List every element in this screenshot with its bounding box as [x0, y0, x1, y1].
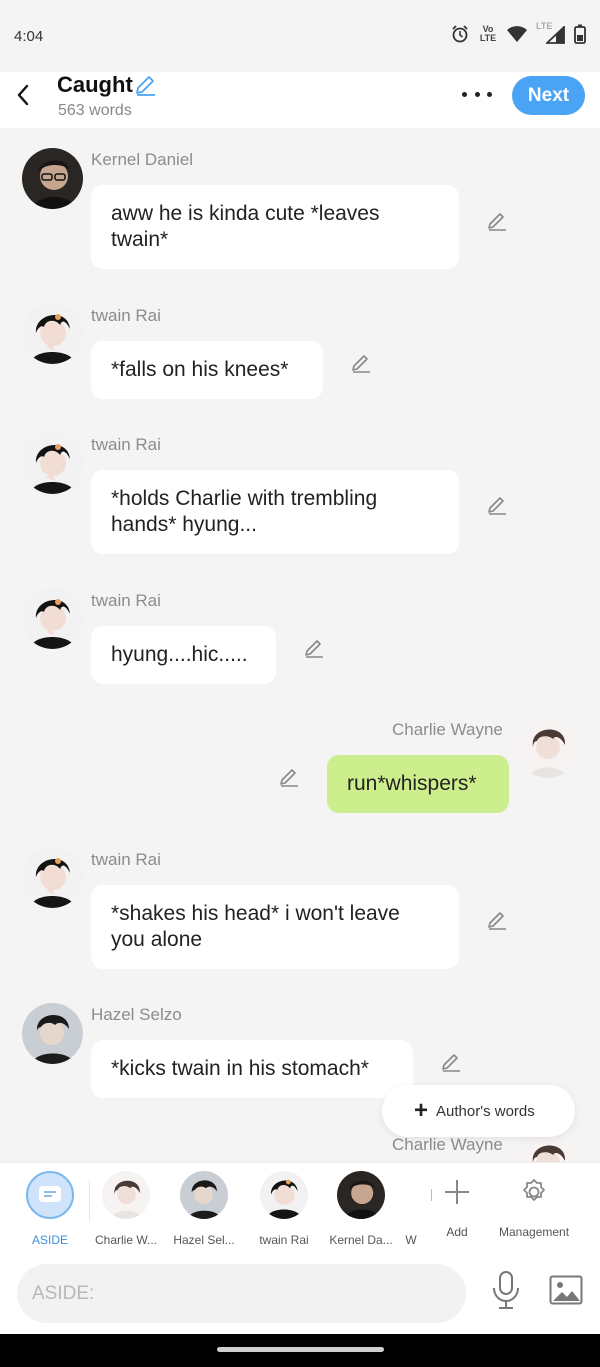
- word-count: 563 words: [58, 102, 132, 119]
- more-options-button[interactable]: [456, 82, 498, 106]
- microphone-button[interactable]: [491, 1270, 521, 1315]
- message-bubble[interactable]: *shakes his head* i won't leave you alon…: [91, 885, 459, 969]
- add-character-button[interactable]: Add: [442, 1177, 472, 1239]
- aside-icon: [26, 1171, 74, 1219]
- character-bar: ASIDE Charlie W... Hazel Sel... twain Ra…: [0, 1162, 600, 1254]
- status-bar: 4:04 Vo LTE LTE: [0, 0, 600, 72]
- dot: [474, 91, 480, 97]
- chevron-left-icon: [17, 84, 29, 106]
- edit-message-icon[interactable]: [303, 637, 325, 659]
- sender-name: Hazel Selzo: [91, 1005, 182, 1024]
- character-hazel-selzo[interactable]: Hazel Sel...: [165, 1171, 243, 1251]
- character-aside[interactable]: ASIDE: [11, 1171, 89, 1251]
- character-charlie-wayne[interactable]: Charlie W...: [87, 1171, 165, 1251]
- image-button[interactable]: [549, 1275, 583, 1310]
- image-icon: [549, 1275, 583, 1305]
- character-avatar: [387, 1171, 435, 1219]
- pencil-icon: [136, 76, 155, 96]
- authors-words-button[interactable]: + Author's words: [382, 1085, 575, 1137]
- status-time: 4:04: [14, 28, 44, 45]
- message-bubble[interactable]: hyung....hic.....: [91, 626, 276, 684]
- character-label: twain Rai: [259, 1233, 309, 1247]
- dot: [487, 91, 492, 97]
- alarm-icon: [452, 25, 468, 43]
- microphone-icon: [493, 1271, 519, 1309]
- aside-input[interactable]: [17, 1264, 466, 1323]
- sender-name: Charlie Wayne: [392, 1135, 503, 1154]
- character-label: W: [405, 1233, 417, 1247]
- header: Caught 563 words Next: [0, 72, 600, 128]
- wifi-icon: [507, 26, 527, 42]
- character-label: Charlie W...: [94, 1233, 157, 1247]
- message-bubble[interactable]: *kicks twain in his stomach*: [91, 1040, 413, 1098]
- system-nav-bar: [0, 1334, 600, 1367]
- sender-name: twain Rai: [91, 435, 161, 454]
- dot: [462, 91, 467, 97]
- character-label: ASIDE: [31, 1233, 68, 1247]
- avatar-charlie-wayne[interactable]: [517, 717, 578, 778]
- avatar-twain-rai[interactable]: [22, 847, 83, 908]
- character-avatar: [102, 1171, 150, 1219]
- character-avatar: [260, 1171, 308, 1219]
- signal-icon: [546, 26, 565, 44]
- add-label: Add: [446, 1225, 468, 1239]
- next-button[interactable]: Next: [512, 76, 585, 115]
- avatar-twain-rai[interactable]: [22, 433, 83, 494]
- sender-name: Charlie Wayne: [392, 720, 503, 739]
- story-title: Caught: [57, 72, 133, 97]
- message-bubble[interactable]: *falls on his knees*: [91, 341, 323, 399]
- message-bubble[interactable]: *holds Charlie with trembling hands* hyu…: [91, 470, 459, 554]
- edit-message-icon[interactable]: [350, 352, 372, 374]
- edit-message-icon[interactable]: [486, 909, 508, 931]
- chat-area[interactable]: Kernel Daniel aww he is kinda cute *leav…: [0, 128, 600, 1162]
- authors-words-label: Author's words: [436, 1102, 535, 1120]
- character-label: Hazel Sel...: [173, 1233, 235, 1247]
- management-button[interactable]: Management: [499, 1177, 569, 1239]
- edit-message-icon[interactable]: [486, 210, 508, 232]
- character-partial[interactable]: W: [372, 1171, 450, 1251]
- edit-message-icon[interactable]: [278, 766, 300, 788]
- sender-name: twain Rai: [91, 591, 161, 610]
- sender-name: Kernel Daniel: [91, 150, 194, 169]
- management-label: Management: [499, 1225, 570, 1239]
- avatar-hazel-selzo[interactable]: [22, 1003, 83, 1064]
- sender-name: twain Rai: [91, 306, 161, 325]
- character-avatar: [180, 1171, 228, 1219]
- home-indicator[interactable]: [217, 1347, 384, 1352]
- sender-name: twain Rai: [91, 850, 161, 869]
- message-bubble-mine[interactable]: run*whispers*: [327, 755, 509, 813]
- lte-signal: LTE: [536, 22, 566, 44]
- back-button[interactable]: [10, 80, 36, 110]
- plus-icon: [445, 1180, 469, 1204]
- character-twain-rai[interactable]: twain Rai: [245, 1171, 323, 1251]
- status-icons: Vo LTE LTE: [450, 22, 586, 44]
- avatar-charlie-wayne[interactable]: [517, 1133, 578, 1162]
- message-bubble[interactable]: aww he is kinda cute *leaves twain*: [91, 185, 459, 269]
- edit-message-icon[interactable]: [440, 1051, 462, 1073]
- volte-icon: Vo LTE: [479, 24, 497, 43]
- avatar-twain-rai[interactable]: [22, 588, 83, 649]
- gear-icon: [523, 1179, 545, 1201]
- input-bar: [0, 1254, 600, 1334]
- avatar-twain-rai[interactable]: [22, 303, 83, 364]
- edit-message-icon[interactable]: [486, 494, 508, 516]
- avatar-kernel-daniel[interactable]: [22, 148, 83, 209]
- plus-icon: +: [414, 1097, 429, 1124]
- battery-icon: [574, 24, 586, 44]
- edit-title-button[interactable]: [133, 73, 157, 102]
